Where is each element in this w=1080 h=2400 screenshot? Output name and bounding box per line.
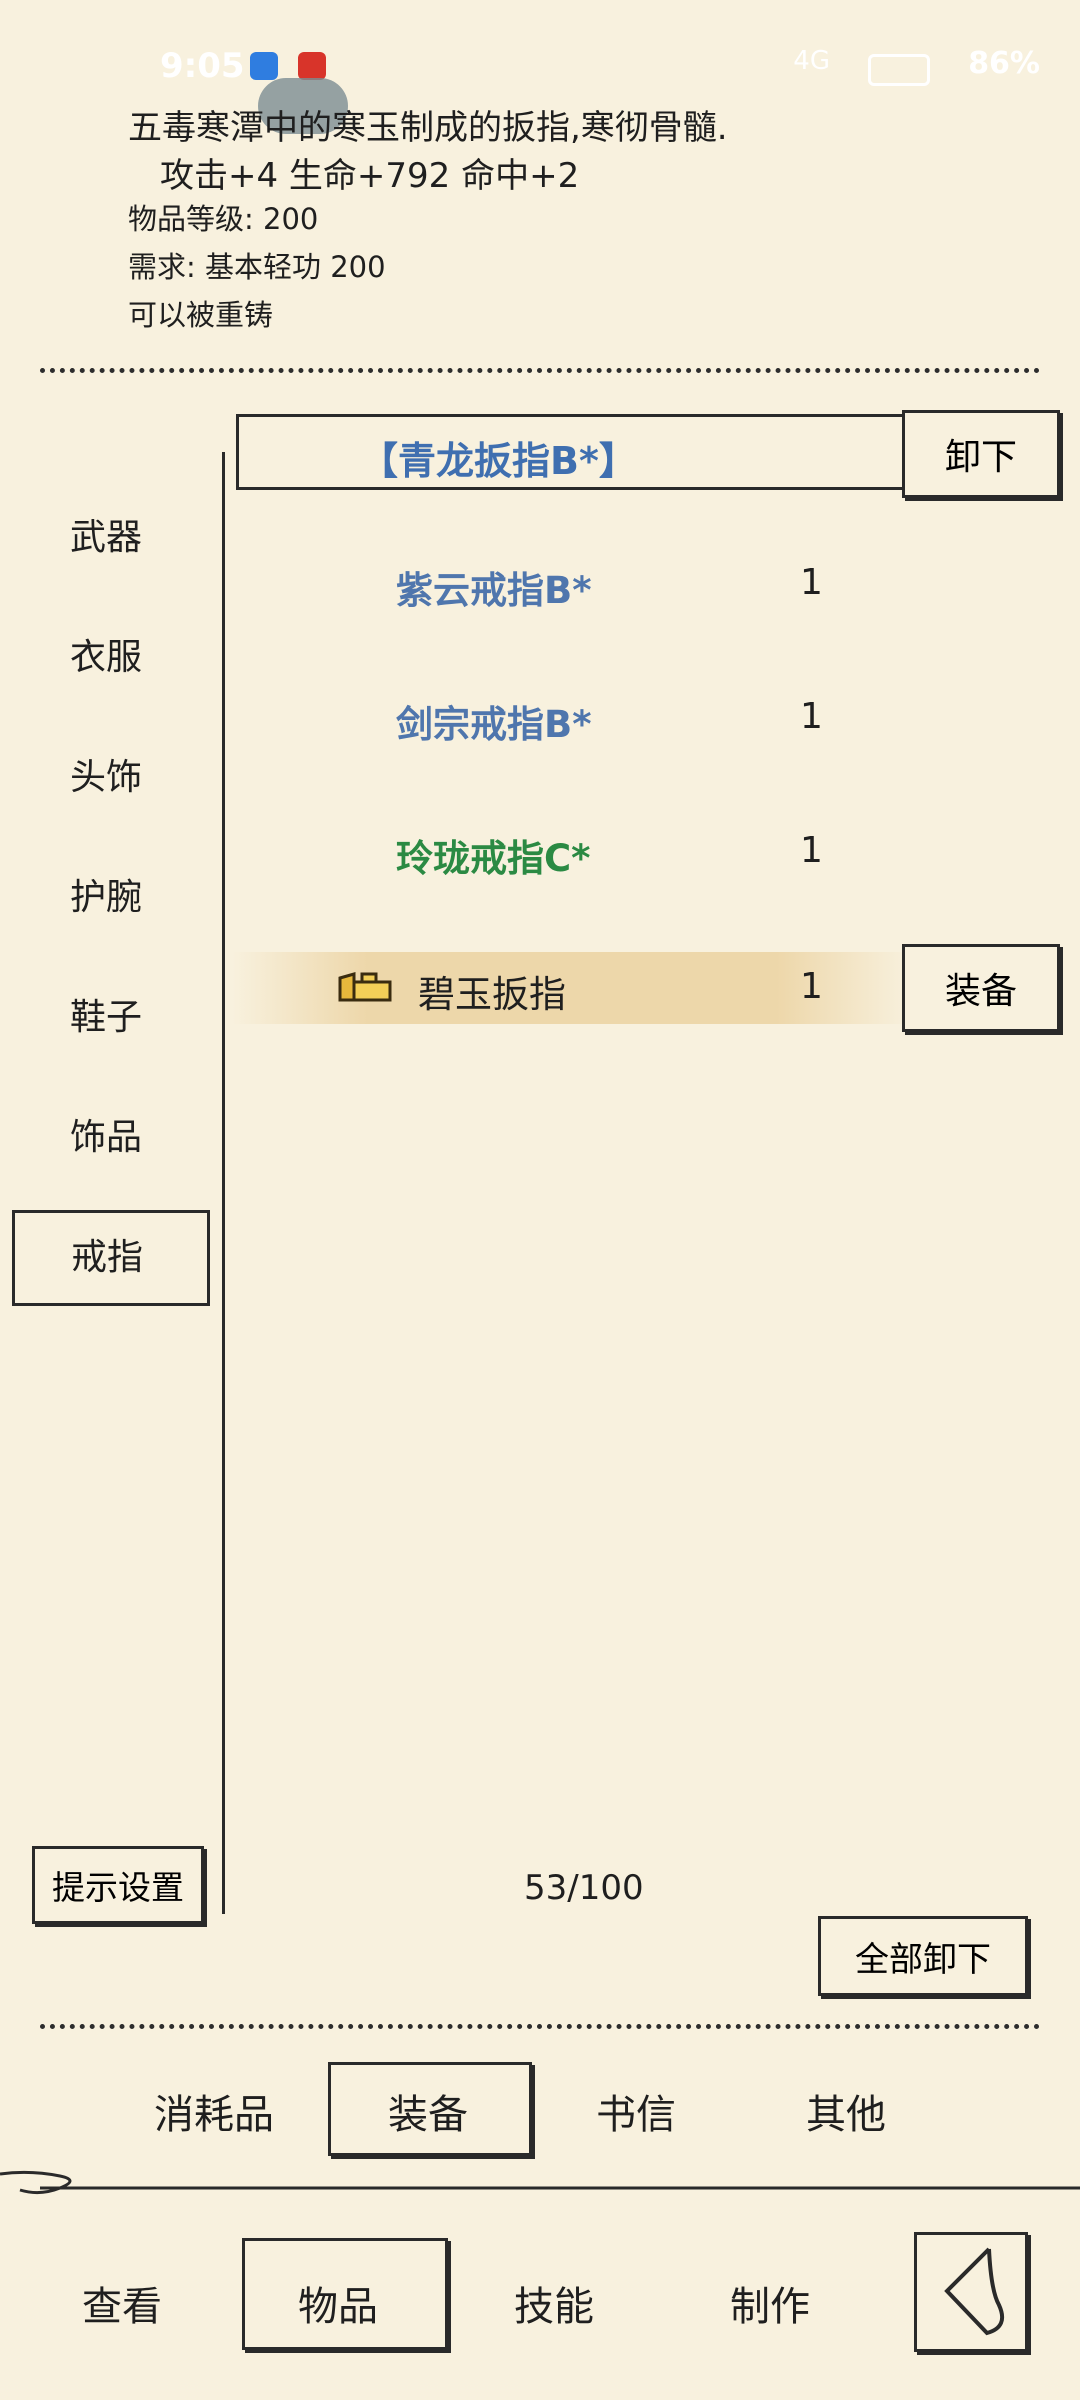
sidebar-item-bracer[interactable]: 护腕 (28, 868, 198, 928)
nav-items[interactable]: 物品 (298, 2274, 378, 2332)
list-item-name[interactable]: 紫云戒指B* (396, 560, 592, 614)
shield-icon (250, 52, 278, 80)
equipped-item-name[interactable]: 【青龙扳指B*】 (360, 430, 637, 485)
sidebar-item-shoes[interactable]: 鞋子 (28, 988, 198, 1048)
list-item-name[interactable]: 玲珑戒指C* (396, 828, 591, 882)
network-type: 4G (793, 46, 830, 76)
back-arrow-icon[interactable] (914, 2232, 1028, 2352)
sidebar-item-ring[interactable]: 戒指 (12, 1210, 210, 1306)
brush-divider (0, 2166, 1080, 2206)
item-reforge-note: 可以被重铸 (128, 298, 274, 332)
list-item-qty: 1 (800, 966, 823, 1007)
tab-equipment[interactable]: 装备 (388, 2082, 468, 2140)
item-requirement: 需求: 基本轻功 200 (128, 250, 386, 284)
tab-letters[interactable]: 书信 (596, 2082, 676, 2140)
unequip-button[interactable]: 卸下 (902, 410, 1060, 498)
inventory-capacity: 53/100 (524, 1868, 644, 1908)
list-item-name[interactable]: 碧玉扳指 (418, 964, 566, 1018)
nav-crafting[interactable]: 制作 (730, 2274, 810, 2332)
list-item-qty: 1 (800, 562, 823, 603)
sidebar-item-clothes[interactable]: 衣服 (28, 628, 198, 688)
sidebar-item-headwear[interactable]: 头饰 (28, 748, 198, 808)
divider-top (40, 368, 1040, 373)
hint-settings-button[interactable]: 提示设置 (32, 1846, 204, 1924)
equip-button[interactable]: 装备 (902, 944, 1060, 1032)
list-item-qty: 1 (800, 696, 823, 737)
battery-percent: 86% (968, 46, 1040, 81)
list-item-name[interactable]: 剑宗戒指B* (396, 694, 592, 748)
list-item-qty: 1 (800, 830, 823, 871)
app-notification-icon (298, 52, 326, 80)
item-level: 物品等级: 200 (128, 202, 319, 236)
tab-other[interactable]: 其他 (806, 2082, 886, 2140)
sidebar-item-weapon[interactable]: 武器 (28, 508, 198, 568)
status-time: 9:05 (160, 46, 245, 86)
unequip-all-button[interactable]: 全部卸下 (818, 1916, 1028, 1996)
item-stats: 攻击+4 生命+792 命中+2 (160, 156, 580, 196)
item-description: 五毒寒潭中的寒玉制成的扳指,寒彻骨髓. (128, 108, 728, 148)
nav-skills[interactable]: 技能 (514, 2274, 594, 2332)
sidebar-item-accessory[interactable]: 饰品 (28, 1108, 198, 1168)
divider-bottom (40, 2024, 1040, 2029)
sidebar-divider (222, 452, 225, 1914)
tab-consumables[interactable]: 消耗品 (154, 2082, 274, 2140)
nav-view[interactable]: 查看 (82, 2274, 162, 2332)
jade-ring-icon (336, 970, 394, 1004)
battery-icon (868, 54, 930, 86)
